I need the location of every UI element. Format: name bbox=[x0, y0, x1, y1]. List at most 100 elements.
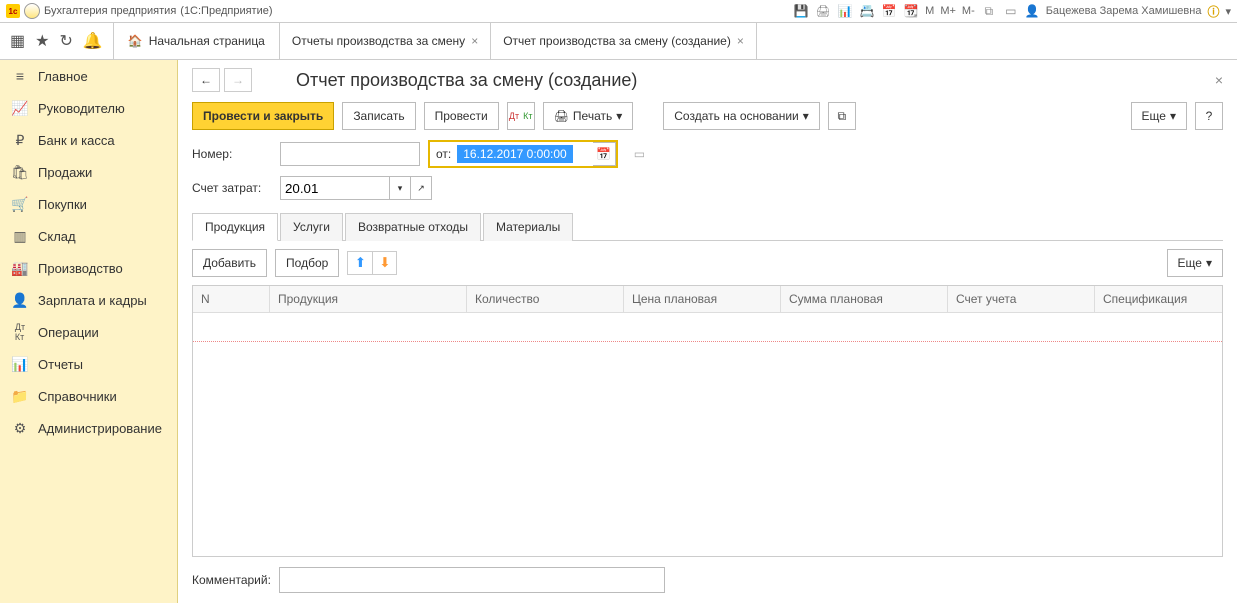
sidebar-item-label: Главное bbox=[38, 69, 88, 84]
grid-more-button[interactable]: Еще▾ bbox=[1167, 249, 1223, 277]
number-input[interactable] bbox=[280, 142, 420, 166]
col-spec[interactable]: Спецификация bbox=[1095, 286, 1222, 312]
print-label: Печать bbox=[573, 109, 612, 123]
back-button[interactable]: ← bbox=[192, 68, 220, 92]
compare-icon[interactable]: 📊 bbox=[837, 3, 853, 19]
account-dropdown-button[interactable]: ▾ bbox=[390, 176, 411, 200]
comment-input[interactable] bbox=[279, 567, 665, 593]
info-icon[interactable]: ⓘ bbox=[1207, 3, 1219, 20]
print-button[interactable]: 🖨Печать▾ bbox=[543, 102, 634, 130]
star-icon[interactable]: ★ bbox=[35, 31, 49, 51]
sidebar-item-purchases[interactable]: 🛒Покупки bbox=[0, 188, 177, 220]
mem-mminus[interactable]: М- bbox=[962, 5, 975, 17]
sidebar-item-catalogs[interactable]: 📁 Справочники bbox=[0, 380, 177, 412]
create-based-button[interactable]: Создать на основании ▾ bbox=[663, 102, 820, 130]
date-field-wrap: от: 16.12.2017 0:00:00 📅 bbox=[428, 140, 618, 168]
dtkt-button[interactable]: ДтКт bbox=[507, 102, 535, 130]
menu-icon: ≡ bbox=[12, 68, 28, 84]
panel-icon[interactable]: ▭ bbox=[1003, 3, 1019, 19]
tab-services[interactable]: Услуги bbox=[280, 213, 343, 241]
sidebar-item-label: Склад bbox=[38, 229, 76, 244]
col-sum[interactable]: Сумма плановая bbox=[781, 286, 948, 312]
products-grid[interactable]: N Продукция Количество Цена плановая Сум… bbox=[192, 285, 1223, 557]
page-title: Отчет производства за смену (создание) bbox=[296, 70, 637, 91]
bag-icon: 🛍 bbox=[12, 164, 28, 180]
dropdown-circle-icon[interactable] bbox=[24, 3, 40, 19]
forward-button[interactable]: → bbox=[224, 68, 252, 92]
apps-icon[interactable]: ▦ bbox=[10, 31, 25, 51]
mem-m[interactable]: М bbox=[925, 5, 934, 17]
print-icon[interactable]: 🖨 bbox=[815, 3, 831, 19]
tab-products[interactable]: Продукция bbox=[192, 213, 278, 241]
account-input[interactable] bbox=[280, 176, 390, 200]
grid-header: N Продукция Количество Цена плановая Сум… bbox=[193, 286, 1222, 313]
col-product[interactable]: Продукция bbox=[270, 286, 467, 312]
history-icon[interactable]: ↻ bbox=[59, 31, 72, 51]
calendar-icon[interactable]: 📅 bbox=[881, 3, 897, 19]
inner-tabs: Продукция Услуги Возвратные отходы Матер… bbox=[192, 212, 1223, 241]
window-icon[interactable]: ⧉ bbox=[981, 3, 997, 19]
calendar-button[interactable]: 📅 bbox=[593, 142, 616, 166]
save-icon[interactable]: 💾 bbox=[793, 3, 809, 19]
comment-label: Комментарий: bbox=[192, 573, 271, 587]
sidebar-item-label: Руководителю bbox=[38, 101, 125, 116]
mem-mplus[interactable]: М+ bbox=[940, 5, 956, 17]
close-page-button[interactable]: × bbox=[1215, 72, 1223, 88]
app-suffix: (1С:Предприятие) bbox=[180, 5, 272, 17]
col-account[interactable]: Счет учета bbox=[948, 286, 1095, 312]
org-icon[interactable]: ▭ bbox=[634, 147, 645, 161]
sidebar-item-label: Справочники bbox=[38, 389, 117, 404]
tab-home-label: Начальная страница bbox=[149, 34, 265, 48]
user-name: Бацежева Зарема Хамишевна bbox=[1046, 5, 1202, 17]
sidebar-item-label: Зарплата и кадры bbox=[38, 293, 147, 308]
structure-button[interactable]: ⧉ bbox=[828, 102, 856, 130]
grid-body[interactable] bbox=[193, 313, 1222, 556]
close-icon[interactable]: × bbox=[737, 34, 744, 48]
col-n[interactable]: N bbox=[193, 286, 270, 312]
dtkt-icon: ДтКт bbox=[12, 324, 28, 340]
info-dropdown-icon[interactable]: ▾ bbox=[1225, 5, 1231, 18]
chevron-down-icon: ▾ bbox=[803, 109, 809, 123]
save-button[interactable]: Записать bbox=[342, 102, 415, 130]
app-name: Бухгалтерия предприятия bbox=[44, 5, 176, 17]
bell-icon[interactable]: 🔔 bbox=[83, 31, 103, 51]
logo-1c: 1c bbox=[6, 4, 20, 18]
sidebar-item-admin[interactable]: ⚙Администрирование bbox=[0, 412, 177, 444]
tab-report-create[interactable]: Отчет производства за смену (создание) × bbox=[491, 23, 757, 59]
sidebar-item-manager[interactable]: 📈Руководителю bbox=[0, 92, 177, 124]
sidebar-item-label: Производство bbox=[38, 261, 123, 276]
help-button[interactable]: ? bbox=[1195, 102, 1223, 130]
sidebar-item-warehouse[interactable]: ▥Склад bbox=[0, 220, 177, 252]
sidebar-item-reports[interactable]: 📊Отчеты bbox=[0, 348, 177, 380]
sidebar-item-operations[interactable]: ДтКтОперации bbox=[0, 316, 177, 348]
grid-dotted-line bbox=[193, 341, 1222, 342]
move-up-button[interactable]: ⬆ bbox=[348, 252, 372, 274]
date-icon[interactable]: 📆 bbox=[903, 3, 919, 19]
bars-icon: 📊 bbox=[12, 356, 28, 372]
calc-icon[interactable]: 📇 bbox=[859, 3, 875, 19]
tab-home[interactable]: 🏠 Начальная страница bbox=[114, 23, 280, 59]
account-label: Счет затрат: bbox=[192, 181, 272, 195]
post-button[interactable]: Провести bbox=[424, 102, 499, 130]
sidebar-item-bank[interactable]: ₽Банк и касса bbox=[0, 124, 177, 156]
folder-icon: 📁 bbox=[12, 388, 28, 404]
tab-returns[interactable]: Возвратные отходы bbox=[345, 213, 481, 241]
sidebar-item-production[interactable]: 🏭Производство bbox=[0, 252, 177, 284]
sidebar-item-sales[interactable]: 🛍Продажи bbox=[0, 156, 177, 188]
sidebar-item-main[interactable]: ≡ Главное bbox=[0, 60, 177, 92]
close-icon[interactable]: × bbox=[471, 34, 478, 48]
tab-reports-list[interactable]: Отчеты производства за смену × bbox=[280, 23, 491, 59]
move-down-button[interactable]: ⬇ bbox=[372, 252, 396, 274]
more-button[interactable]: Еще▾ bbox=[1131, 102, 1187, 130]
pick-button[interactable]: Подбор bbox=[275, 249, 339, 277]
sidebar-item-label: Банк и касса bbox=[38, 133, 115, 148]
post-and-close-button[interactable]: Провести и закрыть bbox=[192, 102, 334, 130]
col-price[interactable]: Цена плановая bbox=[624, 286, 781, 312]
col-qty[interactable]: Количество bbox=[467, 286, 624, 312]
date-input[interactable]: 16.12.2017 0:00:00 bbox=[457, 145, 572, 163]
add-row-button[interactable]: Добавить bbox=[192, 249, 267, 277]
create-based-label: Создать на основании bbox=[674, 109, 799, 123]
account-open-button[interactable]: ↗ bbox=[411, 176, 432, 200]
tab-materials[interactable]: Материалы bbox=[483, 213, 573, 241]
sidebar-item-hr[interactable]: 👤Зарплата и кадры bbox=[0, 284, 177, 316]
